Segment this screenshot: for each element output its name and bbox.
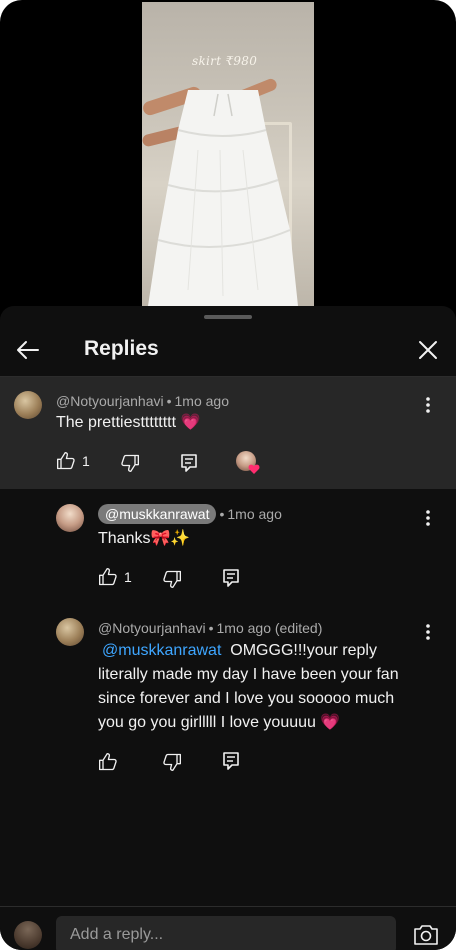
page-title: Replies	[84, 337, 159, 360]
thumb-up-icon	[57, 452, 75, 470]
dislike-button[interactable]	[120, 453, 140, 473]
comment-author[interactable]: @Notyourjanhavi	[56, 393, 164, 409]
comment-more-button[interactable]	[418, 395, 438, 415]
video-player[interactable]: skirt ₹980	[142, 2, 314, 306]
comment-more-button[interactable]	[418, 622, 438, 642]
mention-link[interactable]: @muskkanrawat	[102, 642, 221, 659]
close-button[interactable]	[414, 336, 442, 364]
reply-icon	[223, 752, 239, 770]
comment-meta: @Notyourjanhavi • 1mo ago	[56, 393, 229, 409]
comment-meta: @muskkanrawat • 1mo ago	[98, 504, 282, 524]
creator-handle-chip[interactable]: @muskkanrawat	[98, 504, 217, 524]
more-vert-icon	[426, 510, 430, 526]
comment-more-button[interactable]	[418, 508, 438, 528]
like-button[interactable]	[98, 752, 118, 772]
comment-time: 1mo ago (edited)	[216, 620, 323, 636]
more-vert-icon	[426, 397, 430, 413]
reply-button[interactable]	[180, 453, 198, 473]
comment-author[interactable]: @Notyourjanhavi	[98, 620, 206, 636]
like-count: 1	[124, 569, 132, 585]
thumb-up-icon	[99, 753, 117, 771]
current-user-avatar	[14, 921, 42, 949]
camera-button[interactable]	[412, 923, 440, 947]
more-vert-icon	[426, 624, 430, 640]
thumb-down-icon	[121, 454, 139, 472]
thumb-down-icon	[163, 753, 181, 771]
sheet-drag-handle[interactable]	[204, 315, 252, 319]
parent-comment: @Notyourjanhavi • 1mo ago The prettiestttt…	[0, 377, 456, 489]
reply-button[interactable]	[222, 568, 240, 588]
thumb-up-icon	[99, 568, 117, 586]
avatar[interactable]	[14, 391, 42, 419]
close-icon	[419, 341, 437, 359]
thumb-down-icon	[163, 570, 181, 588]
dislike-button[interactable]	[162, 569, 182, 589]
camera-icon	[414, 925, 438, 945]
like-count: 1	[82, 453, 90, 469]
heart-icon	[248, 464, 260, 474]
comment-text: @muskkanrawat OMGGG!!!your reply literal…	[98, 639, 416, 735]
arrow-left-icon	[17, 341, 39, 359]
replies-sheet: Replies @Notyourjanhavi • 1mo ago The pret…	[0, 306, 456, 950]
avatar[interactable]	[56, 504, 84, 532]
meta-separator: •	[219, 506, 225, 522]
reply-button[interactable]	[222, 751, 240, 771]
video-skirt-image	[148, 90, 298, 306]
sheet-header: Replies	[0, 324, 456, 376]
comment-text: The prettiestttttttt 💗	[56, 414, 201, 431]
video-caption: skirt ₹980	[192, 54, 258, 68]
reply-icon	[223, 569, 239, 587]
reply-input[interactable]	[56, 916, 396, 950]
comment-meta: @Notyourjanhavi • 1mo ago (edited)	[98, 620, 322, 636]
back-button[interactable]	[14, 336, 42, 364]
creator-heart-badge	[236, 451, 260, 475]
comment-text: Thanks🎀✨	[98, 530, 191, 547]
comment-time: 1mo ago	[227, 506, 282, 522]
meta-separator: •	[208, 620, 214, 636]
meta-separator: •	[166, 393, 172, 409]
dislike-button[interactable]	[162, 752, 182, 772]
reply-icon	[181, 454, 197, 472]
reply-composer	[0, 906, 456, 950]
phone-screen: skirt ₹980 Replies @Notyourjanhavi • 1mo a…	[0, 0, 456, 950]
like-button[interactable]: 1	[98, 567, 132, 587]
like-button[interactable]: 1	[56, 451, 90, 471]
comment-time: 1mo ago	[174, 393, 229, 409]
avatar[interactable]	[56, 618, 84, 646]
